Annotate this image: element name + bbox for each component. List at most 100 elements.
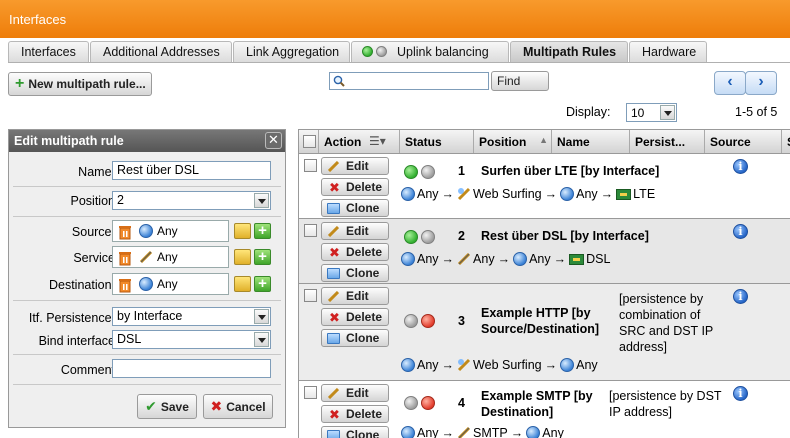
row-checkbox[interactable] [304, 224, 317, 237]
new-multipath-rule-button[interactable]: + New multipath rule... [8, 72, 152, 96]
display-label: Display: [566, 105, 611, 119]
column-position[interactable]: Position ▲ [474, 130, 552, 153]
button-label: Find [497, 74, 521, 88]
globe-icon [560, 187, 575, 201]
path-interface: LTE [633, 187, 656, 201]
column-action[interactable]: Action ☰▾ [319, 130, 400, 153]
info-icon[interactable]: i [733, 159, 748, 174]
divider [13, 384, 281, 385]
position-select[interactable]: 2 [112, 191, 271, 210]
delete-button[interactable]: ✖ Delete [321, 178, 389, 196]
trash-icon [119, 226, 131, 240]
edit-button[interactable]: Edit [321, 384, 389, 402]
persistence-select[interactable]: by Interface [112, 307, 271, 326]
rule-persistence: [persistence by combination of SRC and D… [619, 292, 714, 354]
add-icon[interactable]: + [254, 249, 271, 265]
plus-icon: + [15, 75, 25, 92]
pencil-icon [328, 388, 339, 399]
edit-button[interactable]: Edit [321, 287, 389, 305]
tab-hardware[interactable]: Hardware [629, 41, 707, 62]
persistence-label: Itf. Persistence: [28, 311, 115, 325]
find-button[interactable]: Find [491, 71, 549, 91]
edit-button[interactable]: Edit [321, 222, 389, 240]
clone-button[interactable]: Clone [321, 199, 389, 217]
edit-button[interactable]: Edit [321, 157, 389, 175]
folder-icon[interactable] [234, 276, 251, 292]
clone-button[interactable]: Clone [321, 329, 389, 347]
column-source[interactable]: Source [705, 130, 782, 153]
service-icon [457, 187, 471, 201]
arrow-right-icon: → [553, 252, 567, 266]
column-name[interactable]: Name [552, 130, 630, 153]
button-label: Edit [346, 159, 369, 173]
status-gray-icon [421, 165, 435, 179]
tab-label: Interfaces [21, 45, 76, 59]
tab-uplink-balancing[interactable]: Uplink balancing [351, 41, 509, 62]
cancel-icon: ✖ [210, 398, 223, 414]
table-header: Action ☰▾ Status Position ▲ Name Persist… [299, 130, 790, 154]
add-icon[interactable]: + [254, 223, 271, 239]
row-checkbox[interactable] [304, 386, 317, 399]
info-icon[interactable]: i [733, 386, 748, 401]
field-value: Any [157, 250, 178, 264]
arrow-right-icon: → [441, 358, 455, 372]
globe-icon [401, 187, 415, 201]
column-label: Source [710, 135, 751, 149]
delete-icon: ✖ [329, 310, 340, 325]
info-icon[interactable]: i [733, 289, 748, 304]
close-button[interactable]: ✕ [265, 132, 282, 149]
delete-button[interactable]: ✖ Delete [321, 405, 389, 423]
bind-interface-select[interactable]: DSL [112, 330, 271, 349]
rule-path: Any → Any → Any → DSL [401, 252, 610, 266]
status-green-icon [404, 165, 418, 179]
button-label: Clone [346, 266, 380, 280]
column-menu-icon[interactable]: ☰▾ [369, 134, 386, 148]
prev-page-button[interactable]: ‹ [714, 71, 746, 95]
comment-field[interactable] [112, 359, 271, 378]
info-icon[interactable]: i [733, 224, 748, 239]
chevron-right-icon: › [758, 73, 764, 90]
name-field[interactable]: Rest über DSL [112, 161, 271, 180]
chevron-down-icon [254, 309, 269, 324]
close-icon: ✕ [268, 132, 279, 147]
button-label: Cancel [226, 399, 266, 414]
folder-icon[interactable] [234, 223, 251, 239]
clone-button[interactable]: Clone [321, 426, 389, 438]
service-field[interactable]: Any [112, 246, 229, 268]
source-field[interactable]: Any [112, 220, 229, 242]
clone-button[interactable]: Clone [321, 264, 389, 282]
select-value: 2 [117, 193, 124, 207]
column-status[interactable]: Status [400, 130, 474, 153]
field-value: Any [157, 277, 178, 291]
select-value: DSL [117, 332, 142, 346]
globe-icon [139, 277, 153, 291]
delete-button[interactable]: ✖ Delete [321, 308, 389, 326]
rule-name: Example HTTP [by Source/Destination] [481, 306, 600, 336]
cancel-button[interactable]: ✖ Cancel [203, 394, 273, 419]
tab-interfaces[interactable]: Interfaces [8, 41, 89, 62]
column-service[interactable]: S [782, 130, 790, 153]
status-green-icon [404, 230, 418, 244]
select-all-checkbox[interactable] [303, 135, 316, 148]
search-input[interactable] [329, 72, 489, 90]
service-icon [457, 252, 471, 266]
destination-field[interactable]: Any [112, 273, 229, 295]
status-green-icon [362, 46, 373, 57]
tab-multipath-rules[interactable]: Multipath Rules [510, 41, 628, 62]
button-label: Clone [346, 331, 380, 345]
tab-link-aggregation[interactable]: Link Aggregation [233, 41, 350, 62]
multipath-rules-table: Action ☰▾ Status Position ▲ Name Persist… [298, 129, 790, 438]
save-button[interactable]: ✔ Save [137, 394, 197, 419]
tab-additional-addresses[interactable]: Additional Addresses [90, 41, 232, 62]
display-select[interactable]: 10 [626, 103, 677, 122]
next-page-button[interactable]: › [745, 71, 777, 95]
path-destination: Any [576, 187, 598, 201]
column-label: Position [479, 135, 527, 149]
delete-button[interactable]: ✖ Delete [321, 243, 389, 261]
column-persistence[interactable]: Persist... [630, 130, 705, 153]
row-checkbox[interactable] [304, 159, 317, 172]
add-icon[interactable]: + [254, 276, 271, 292]
trash-icon [119, 279, 131, 293]
row-checkbox[interactable] [304, 289, 317, 302]
folder-icon[interactable] [234, 249, 251, 265]
